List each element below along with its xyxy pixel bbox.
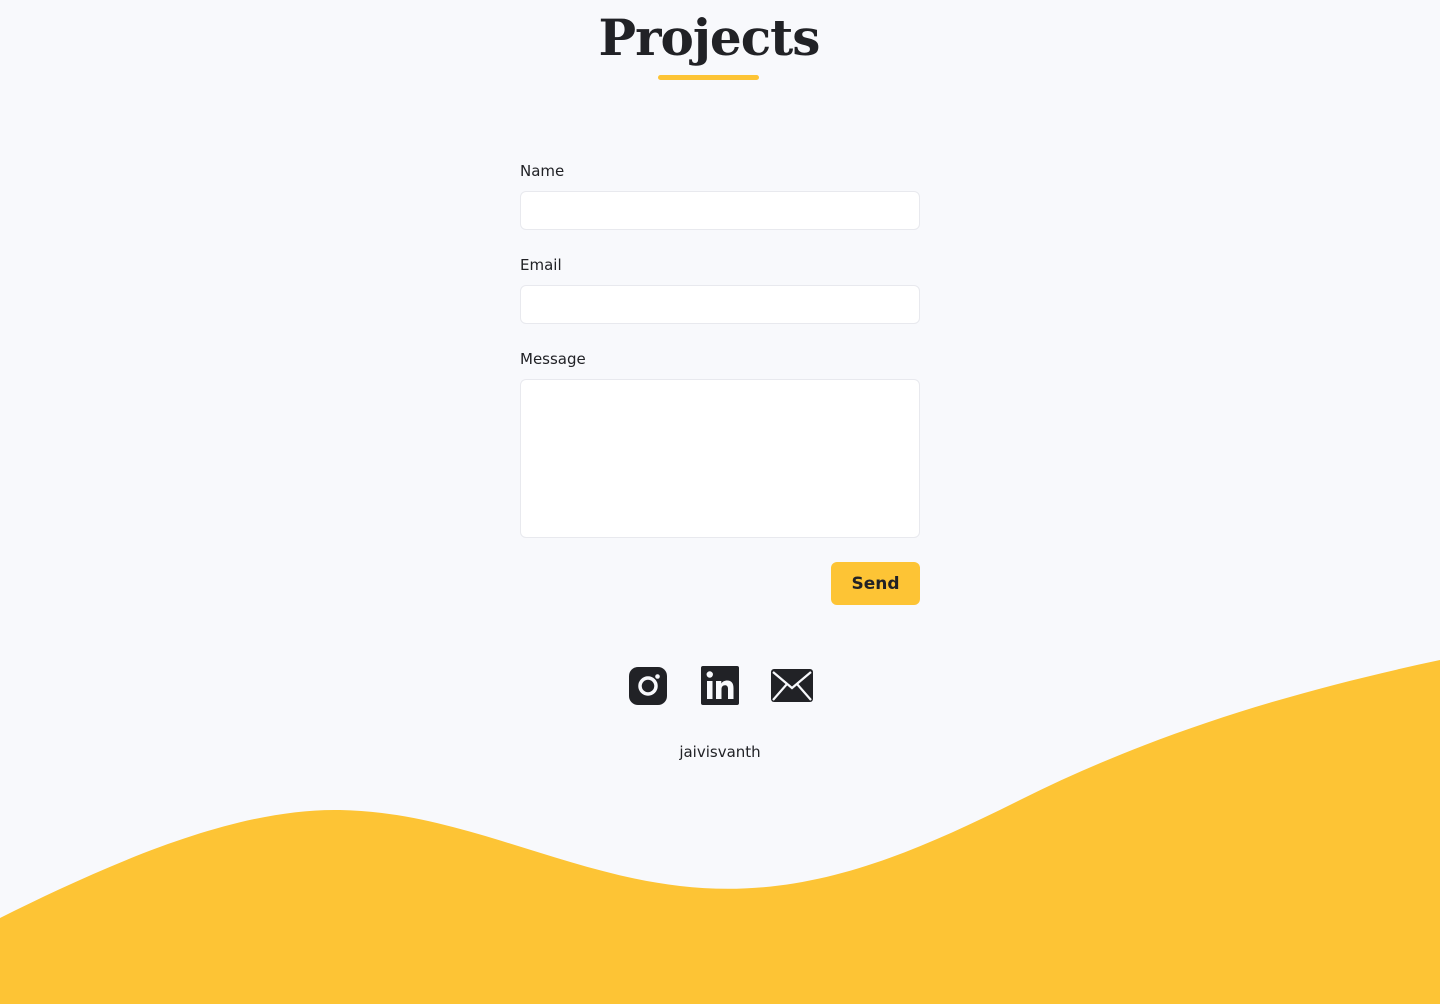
instagram-link[interactable] (628, 664, 668, 708)
linkedin-icon (701, 666, 739, 705)
email-field[interactable] (520, 285, 920, 324)
name-label: Name (520, 162, 565, 180)
footer-handle: jaivisvanth (679, 743, 761, 761)
page-title: Projects (598, 8, 821, 67)
send-button[interactable]: Send (831, 562, 920, 605)
linkedin-link[interactable] (700, 664, 740, 708)
instagram-icon (629, 667, 667, 705)
social-links (0, 664, 1440, 708)
name-field[interactable] (520, 191, 920, 230)
email-label: Email (520, 256, 562, 274)
email-link[interactable] (770, 664, 814, 708)
mail-icon (771, 669, 813, 702)
contact-page: Projects Name Email Message Send jaivisv… (0, 0, 1440, 1004)
title-underline (658, 75, 759, 80)
message-field[interactable] (520, 379, 920, 538)
message-label: Message (520, 350, 586, 368)
